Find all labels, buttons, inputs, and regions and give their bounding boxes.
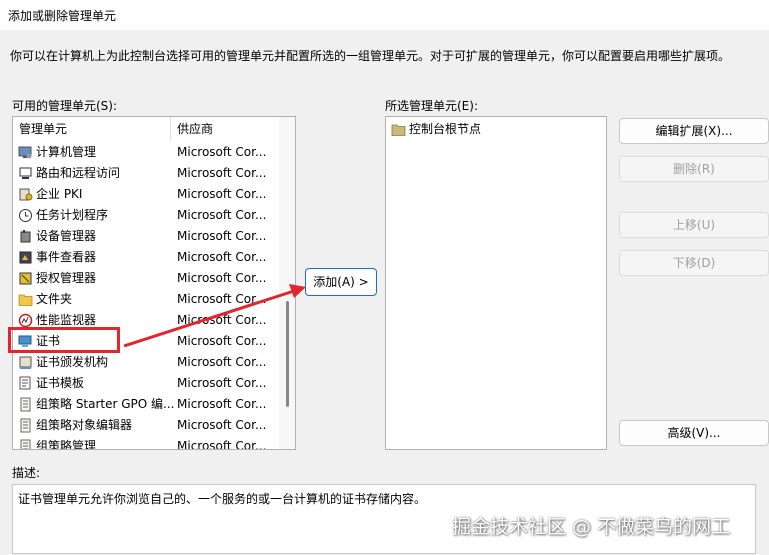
watermark: 掘金技术社区 @ 不做菜鸟的网工 [452,516,731,538]
annotation-arrow [123,284,306,348]
